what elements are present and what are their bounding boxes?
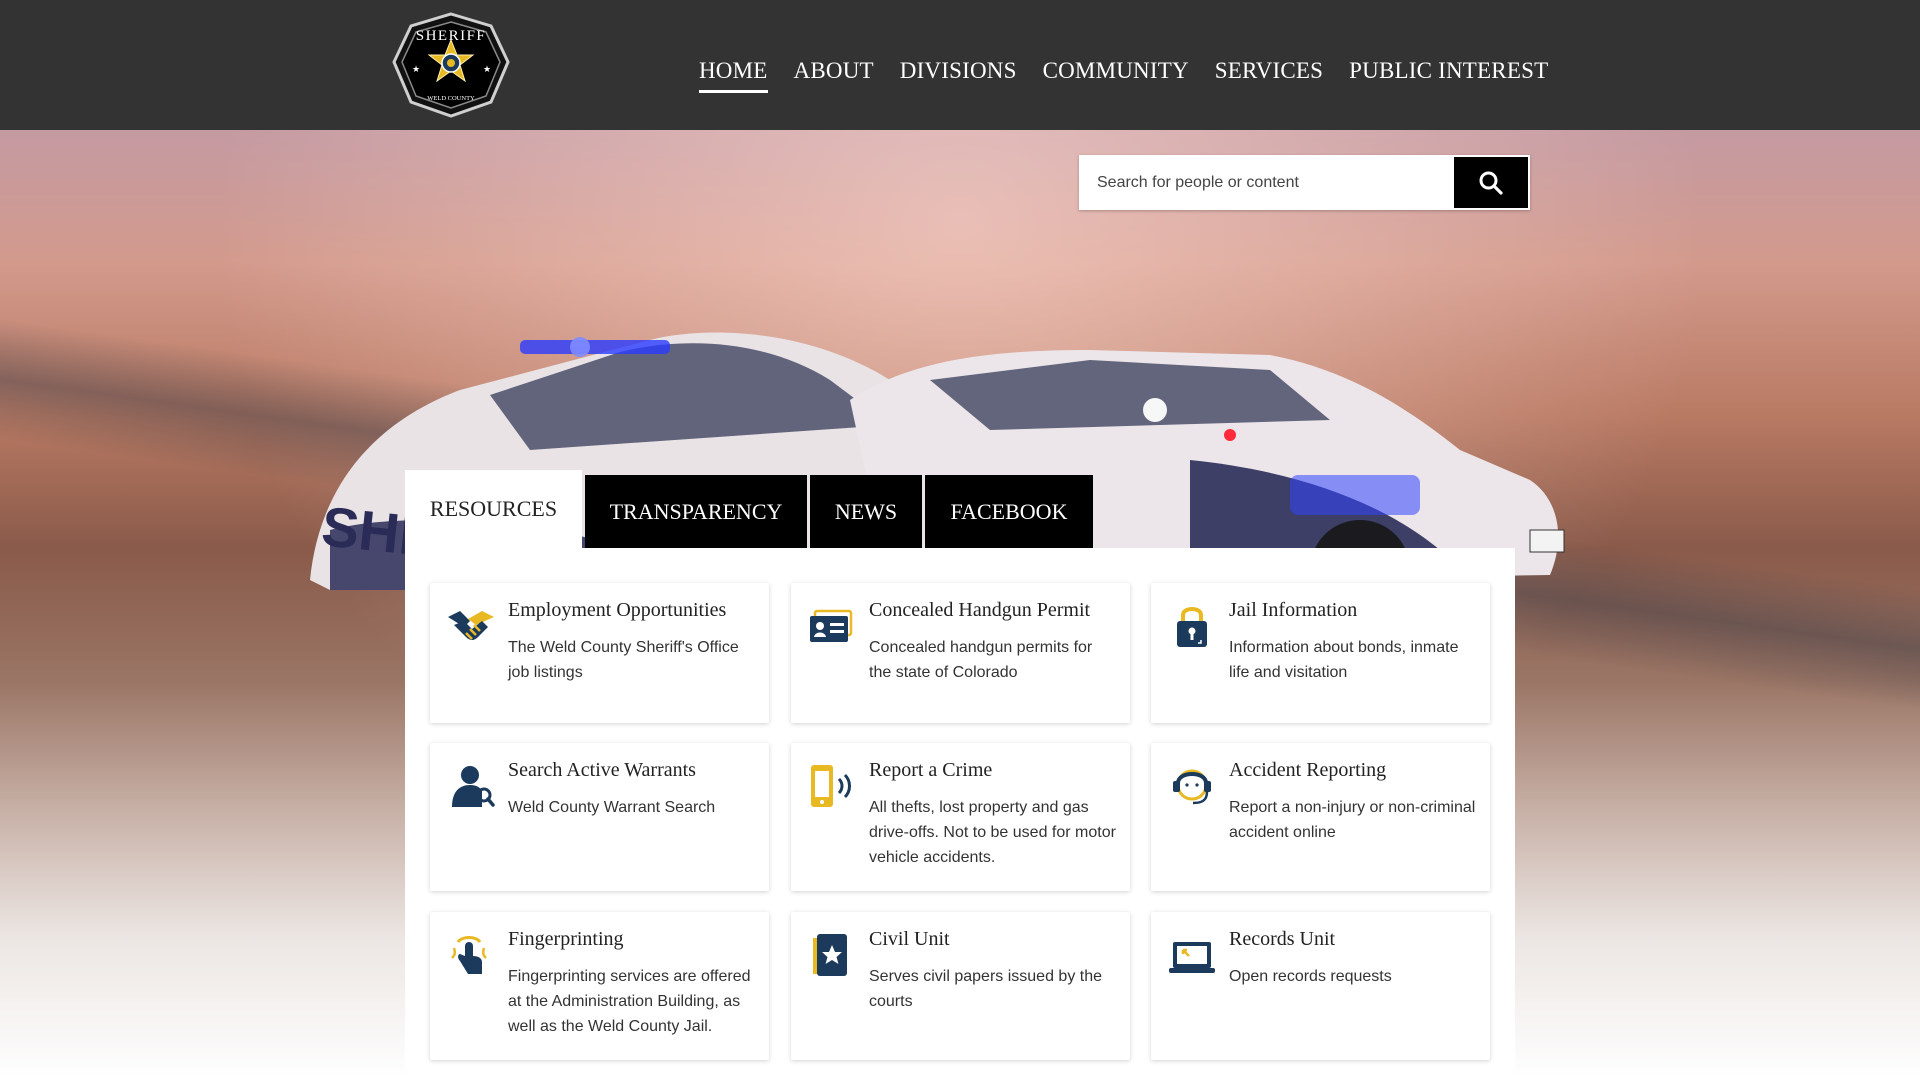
card-records-unit[interactable]: Records Unit Open records requests	[1151, 912, 1490, 1060]
resource-tabs: RESOURCES TRANSPARENCY NEWS FACEBOOK	[405, 470, 1096, 548]
logo-top-text: SHERIFF	[416, 28, 487, 44]
tab-facebook[interactable]: FACEBOOK	[925, 475, 1093, 548]
tab-resources[interactable]: RESOURCES	[405, 470, 582, 548]
svg-text:★: ★	[412, 65, 420, 75]
search-button[interactable]	[1454, 157, 1528, 208]
card-title: Fingerprinting	[508, 928, 624, 950]
logo-bottom-text: WELD COUNTY	[427, 95, 475, 102]
civil-papers-icon	[813, 934, 847, 976]
lock-icon	[1177, 607, 1207, 647]
card-title: Jail Information	[1229, 599, 1358, 621]
search-input[interactable]	[1081, 157, 1454, 208]
card-employment[interactable]: Employment Opportunities The Weld County…	[430, 583, 769, 723]
site-header: ★ ★ SHERIFF WELD COUNTY HOME ABOUT DIVIS…	[0, 0, 1920, 130]
tab-news[interactable]: NEWS	[810, 475, 922, 548]
card-title: Concealed Handgun Permit	[869, 599, 1091, 621]
card-title: Records Unit	[1229, 928, 1336, 950]
handshake-icon	[448, 611, 494, 640]
id-card-icon	[810, 609, 853, 642]
card-civil-unit[interactable]: Civil Unit Serves civil papers issued by…	[791, 912, 1130, 1060]
nav-public-interest[interactable]: PUBLIC INTEREST	[1349, 58, 1548, 93]
nav-services[interactable]: SERVICES	[1215, 58, 1323, 93]
phone-icon	[811, 765, 851, 807]
card-description: All thefts, lost property and gas drive-…	[869, 799, 1116, 866]
headset-agent-icon	[1173, 769, 1211, 805]
card-title: Search Active Warrants	[508, 759, 696, 781]
card-description: Serves civil papers issued by the courts	[869, 968, 1102, 1010]
svg-text:★: ★	[483, 65, 491, 75]
card-description: The Weld County Sheriff's Office job lis…	[508, 639, 739, 681]
card-accident-reporting[interactable]: Accident Reporting Report a non-injury o…	[1151, 743, 1490, 891]
laptop-icon	[1169, 942, 1215, 973]
nav-community[interactable]: COMMUNITY	[1043, 58, 1189, 93]
card-title: Civil Unit	[869, 928, 950, 950]
card-concealed-handgun[interactable]: Concealed Handgun Permit Concealed handg…	[791, 583, 1130, 723]
card-title: Accident Reporting	[1229, 759, 1387, 781]
card-description: Information about bonds, inmate life and…	[1229, 639, 1459, 681]
card-jail-information[interactable]: Jail Information Information about bonds…	[1151, 583, 1490, 723]
card-fingerprinting[interactable]: Fingerprinting Fingerprinting services a…	[430, 912, 769, 1060]
sheriff-badge-logo[interactable]: ★ ★ SHERIFF WELD COUNTY	[388, 10, 514, 120]
card-description: Concealed handgun permits for the state …	[869, 639, 1093, 681]
person-search-icon	[452, 766, 495, 807]
search-icon	[1479, 171, 1503, 195]
card-active-warrants[interactable]: Search Active Warrants Weld County Warra…	[430, 743, 769, 891]
card-description: Weld County Warrant Search	[508, 799, 716, 816]
tab-transparency[interactable]: TRANSPARENCY	[585, 475, 807, 548]
fingerprint-touch-icon	[451, 936, 487, 974]
resources-panel: Employment Opportunities The Weld County…	[405, 548, 1515, 1080]
card-title: Employment Opportunities	[508, 599, 727, 621]
card-description: Fingerprinting services are offered at t…	[508, 968, 751, 1035]
nav-about[interactable]: ABOUT	[794, 58, 874, 93]
search-bar	[1079, 155, 1530, 210]
card-title: Report a Crime	[869, 759, 993, 781]
nav-home[interactable]: HOME	[699, 58, 768, 93]
card-report-crime[interactable]: Report a Crime All thefts, lost property…	[791, 743, 1130, 891]
nav-divisions[interactable]: DIVISIONS	[900, 58, 1017, 93]
card-description: Open records requests	[1229, 968, 1392, 985]
main-nav: HOME ABOUT DIVISIONS COMMUNITY SERVICES …	[699, 58, 1548, 93]
card-description: Report a non-injury or non-criminal acci…	[1229, 799, 1476, 841]
